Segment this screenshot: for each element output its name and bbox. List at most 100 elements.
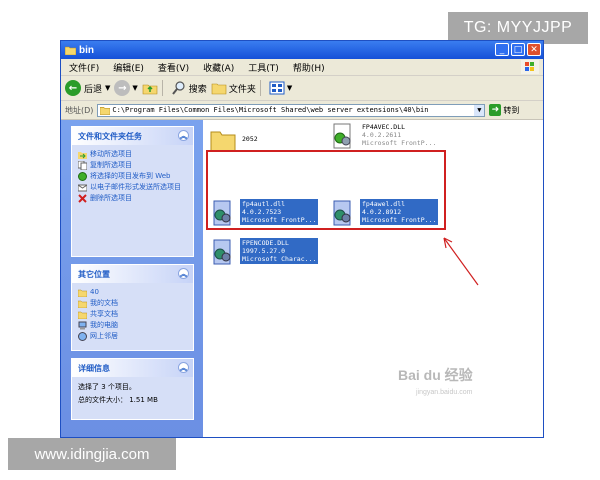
task-label: 以电子邮件形式发送所选项目 — [90, 183, 181, 191]
file-company: Microsoft FrontP... — [362, 139, 437, 147]
task-label: 删除所选项目 — [90, 194, 132, 202]
menu-file[interactable]: 文件(F) — [69, 61, 99, 74]
section-header[interactable]: 文件和文件夹任务 ︽ — [72, 127, 193, 145]
task-label: 复制所选项目 — [90, 161, 132, 169]
network-icon — [78, 332, 87, 341]
menu-view[interactable]: 查看(V) — [158, 61, 189, 74]
chevron-down-icon: ▼ — [132, 84, 138, 92]
collapse-icon[interactable]: ︽ — [178, 362, 189, 373]
file-version: 4.0.2.2611 — [362, 131, 402, 139]
section-header[interactable]: 详细信息 ︽ — [72, 359, 193, 377]
place-shared-documents[interactable]: 共享文档 — [78, 309, 187, 319]
menu-bar: 文件(F) 编辑(E) 查看(V) 收藏(A) 工具(T) 帮助(H) — [61, 59, 543, 76]
title-bar: bin _ □ ✕ — [61, 41, 543, 59]
search-icon — [172, 81, 185, 95]
my-documents-icon — [78, 300, 87, 308]
baidu-watermark: Bai du 经验 jingyan.baidu.com — [398, 368, 473, 400]
task-move[interactable]: 移动所选项目 — [78, 149, 187, 159]
views-icon — [269, 81, 285, 95]
task-publish-web[interactable]: 将选择的项目发布到 Web — [78, 171, 187, 181]
copy-icon — [78, 161, 87, 170]
forward-button[interactable]: → ▼ — [114, 80, 138, 96]
back-arrow-icon: ← — [65, 80, 81, 96]
move-icon — [78, 152, 87, 159]
place-network[interactable]: 网上邻居 — [78, 331, 187, 341]
maximize-button[interactable]: □ — [511, 43, 525, 56]
go-button[interactable]: ➜ 转到 — [489, 104, 519, 116]
task-label: 移动所选项目 — [90, 150, 132, 158]
folders-icon — [211, 83, 227, 95]
dll-file-icon — [333, 123, 351, 149]
section-title: 文件和文件夹任务 — [78, 131, 142, 141]
folders-button[interactable]: 文件夹 — [211, 80, 256, 96]
close-button[interactable]: ✕ — [527, 43, 541, 56]
folder-icon — [78, 289, 87, 297]
file-fpencode-dll[interactable]: FPENCODE.DLL 1997.5.27.0 Microsoft Charac.… — [209, 238, 319, 268]
details-section: 详细信息 ︽ 选择了 3 个项目。 总的文件大小： 1.51 MB — [71, 358, 194, 420]
place-40[interactable]: 40 — [78, 287, 187, 297]
details-selected-count: 选择了 3 个项目。 — [78, 383, 136, 391]
back-button[interactable]: ← 后退 ▼ — [65, 80, 110, 96]
folders-label: 文件夹 — [228, 84, 256, 95]
collapse-icon[interactable]: ︽ — [178, 130, 189, 141]
task-label: 将选择的项目发布到 Web — [90, 172, 171, 180]
task-pane: 文件和文件夹任务 ︽ 移动所选项目 复制所选项目 将选择的项目发布到 Web 以… — [61, 120, 203, 437]
task-email[interactable]: 以电子邮件形式发送所选项目 — [78, 182, 187, 192]
place-label: 40 — [90, 288, 99, 296]
menu-tools[interactable]: 工具(T) — [248, 61, 279, 74]
chevron-down-icon: ▼ — [286, 84, 293, 92]
address-bar: 地址(D) C:\Program Files\Common Files\Micr… — [61, 101, 543, 120]
file-company: Microsoft Charac... — [242, 255, 317, 263]
baidu-url: jingyan.baidu.com — [416, 389, 473, 396]
address-path: C:\Program Files\Common Files\Microsoft … — [112, 106, 429, 114]
collapse-icon[interactable]: ︽ — [178, 268, 189, 279]
address-label: 地址(D) — [65, 105, 94, 115]
forward-arrow-icon: → — [114, 80, 131, 96]
folder-icon — [65, 46, 76, 55]
dll-file-icon — [213, 239, 231, 265]
file-name: FP4AVEC.DLL — [362, 123, 406, 131]
section-title: 其它位置 — [78, 269, 110, 279]
file-folder-tasks-section: 文件和文件夹任务 ︽ 移动所选项目 复制所选项目 将选择的项目发布到 Web 以… — [71, 126, 194, 257]
file-fp4avec-dll[interactable]: FP4AVEC.DLL 4.0.2.2611 Microsoft FrontP... — [329, 122, 438, 152]
globe-icon — [78, 172, 87, 181]
other-places-section: 其它位置 ︽ 40 我的文档 共享文档 我的电脑 网上邻居 — [71, 264, 194, 351]
details-total-size: 总的文件大小： 1.51 MB — [78, 396, 158, 404]
task-copy[interactable]: 复制所选项目 — [78, 160, 187, 170]
place-label: 我的电脑 — [90, 321, 118, 329]
delete-icon — [78, 194, 87, 203]
up-button[interactable] — [142, 80, 158, 96]
go-arrow-icon: ➜ — [489, 104, 502, 116]
views-button[interactable]: ▼ — [269, 81, 292, 95]
file-name: 2052 — [242, 135, 258, 143]
place-my-documents[interactable]: 我的文档 — [78, 298, 187, 308]
highlight-box — [206, 150, 446, 230]
windows-logo-icon — [521, 60, 539, 74]
place-my-computer[interactable]: 我的电脑 — [78, 320, 187, 330]
menu-edit[interactable]: 编辑(E) — [113, 61, 144, 74]
file-version: 1997.5.27.0 — [242, 247, 286, 255]
go-label: 转到 — [503, 105, 520, 115]
computer-icon — [78, 321, 87, 330]
file-name: FPENCODE.DLL — [242, 239, 289, 247]
place-label: 网上邻居 — [90, 332, 118, 340]
menu-help[interactable]: 帮助(H) — [293, 61, 325, 74]
menu-favorites[interactable]: 收藏(A) — [203, 61, 234, 74]
shared-documents-icon — [78, 311, 87, 319]
address-input[interactable]: C:\Program Files\Common Files\Microsoft … — [97, 103, 486, 117]
section-title: 详细信息 — [78, 363, 110, 373]
toolbar: ← 后退 ▼ → ▼ 搜索 文件夹 ▼ — [61, 76, 543, 101]
email-icon — [78, 184, 87, 192]
window-title: bin — [79, 44, 94, 56]
folder-icon — [100, 106, 111, 115]
task-delete[interactable]: 删除所选项目 — [78, 193, 187, 203]
baidu-logo-text: Bai du 经验 — [398, 367, 473, 383]
chevron-down-icon[interactable]: ▼ — [474, 104, 485, 116]
watermark-bottom: www.idingjia.com — [8, 438, 176, 470]
search-button[interactable]: 搜索 — [171, 80, 207, 96]
section-header[interactable]: 其它位置 ︽ — [72, 265, 193, 283]
up-folder-icon — [142, 84, 158, 95]
back-label: 后退 — [84, 84, 103, 95]
place-label: 共享文档 — [90, 310, 118, 318]
minimize-button[interactable]: _ — [495, 43, 509, 56]
